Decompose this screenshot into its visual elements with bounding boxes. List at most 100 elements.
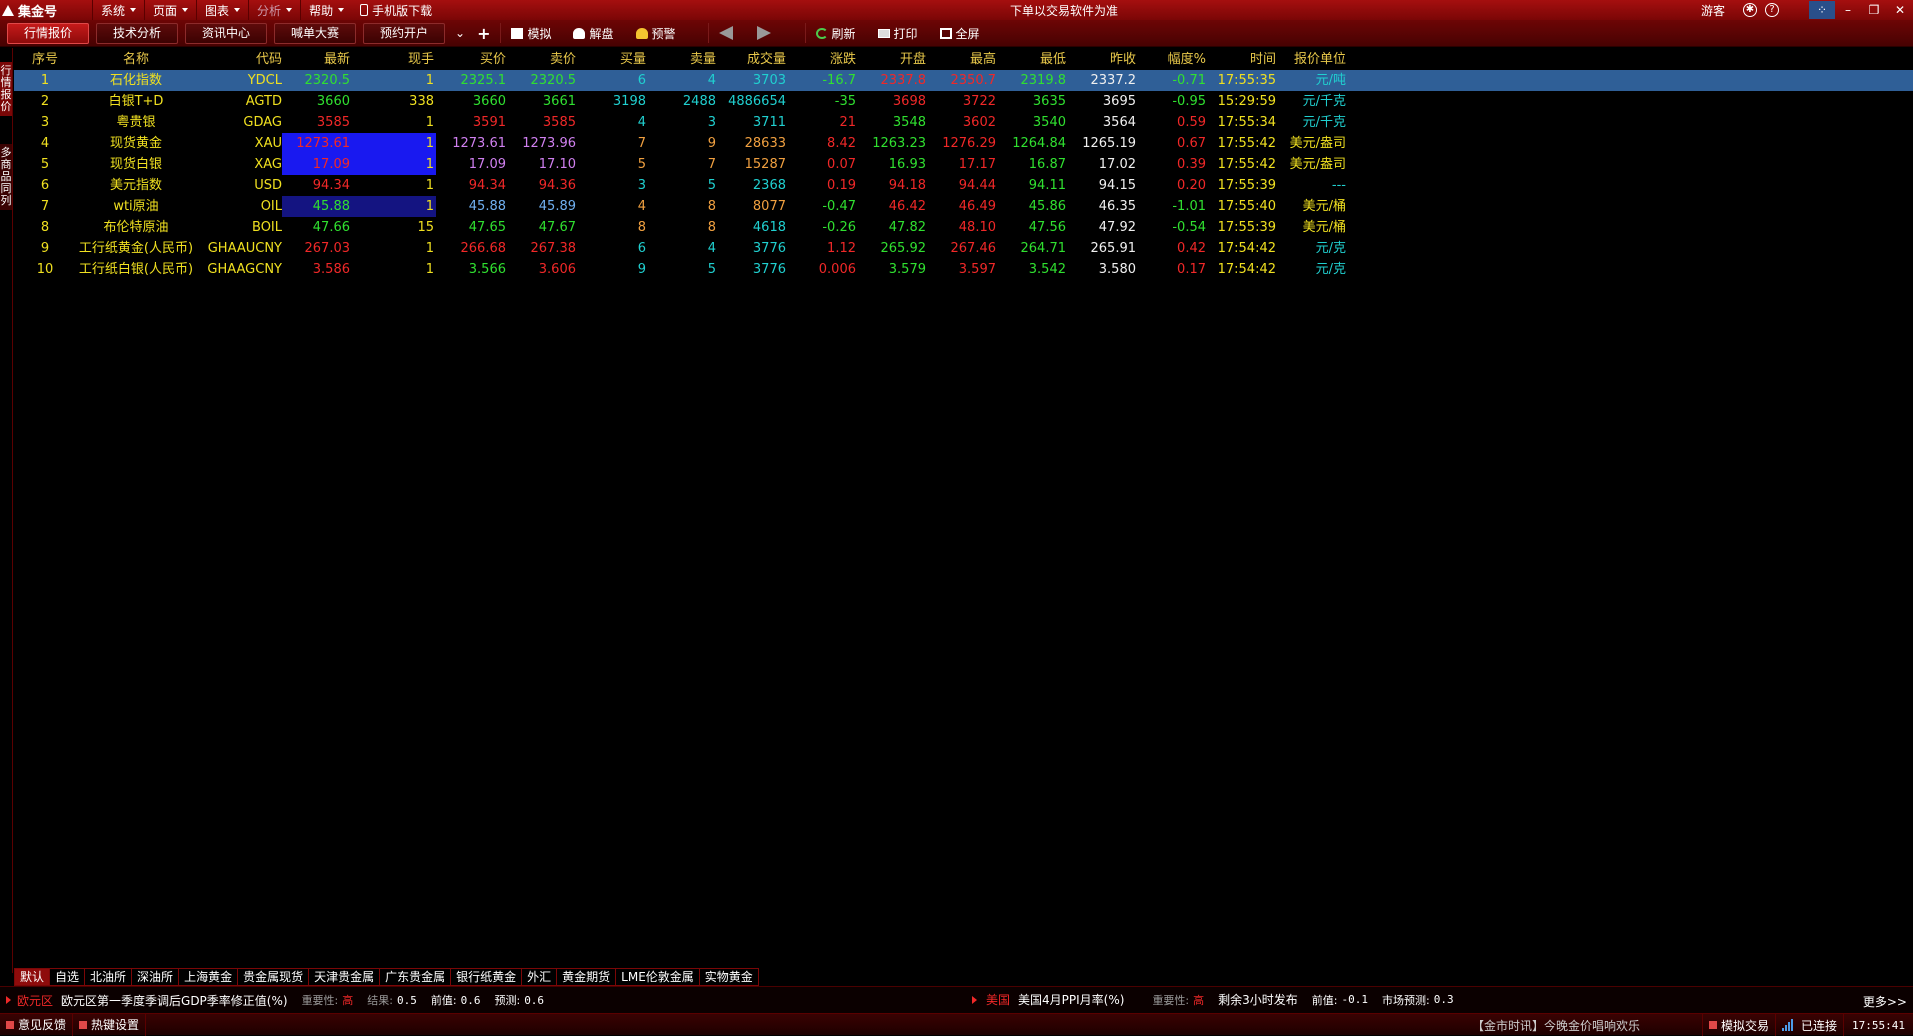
cell-time: 17:55:39: [1217, 178, 1276, 193]
col-header[interactable]: 昨收: [1066, 49, 1136, 70]
col-header[interactable]: 报价单位: [1276, 49, 1346, 70]
tab-gold-futures[interactable]: 黄金期货: [557, 968, 617, 986]
cell-name: 布伦特原油: [103, 220, 169, 235]
tab-beiyou[interactable]: 北油所: [85, 968, 133, 986]
add-tab-icon[interactable]: +: [477, 24, 490, 43]
tab-physical-gold[interactable]: 实物黄金: [699, 968, 759, 986]
refresh-button[interactable]: 刷新: [815, 25, 856, 42]
col-header[interactable]: 代码: [206, 49, 282, 70]
tab-shenyou[interactable]: 深油所: [132, 968, 180, 986]
table-row[interactable]: 8 布伦特原油 BOIL 47.66 15 47.65 47.67 8 8 46…: [14, 217, 1913, 238]
cell-change: -35: [834, 94, 856, 109]
more-news-link[interactable]: 更多>>: [1863, 993, 1907, 1010]
cell-change: 8.42: [827, 136, 856, 151]
tab-forex[interactable]: 外汇: [522, 968, 558, 986]
tab-guangdong[interactable]: 广东贵金属: [380, 968, 452, 986]
col-header[interactable]: 最新: [282, 49, 352, 70]
cell-unit: 元/吨: [1315, 73, 1346, 88]
fullscreen-button[interactable]: 全屏: [939, 25, 980, 42]
cell-bid: 2325.1: [460, 73, 507, 88]
cell-bid-qty: 3: [637, 178, 646, 193]
table-row[interactable]: 5 现货白银 XAG 17.09 1 17.09 17.10 5 7 15287…: [14, 154, 1913, 175]
cell-low: 47.56: [1028, 220, 1066, 235]
tab-tianjin[interactable]: 天津贵金属: [309, 968, 381, 986]
col-header[interactable]: 买量: [576, 49, 646, 70]
tab-open-account[interactable]: 预约开户: [363, 22, 445, 44]
col-header[interactable]: 名称: [66, 49, 206, 70]
restore-layout-icon[interactable]: ⁘: [1809, 1, 1835, 19]
more-tabs-icon[interactable]: ⌄: [455, 26, 465, 40]
toolbar-divider: [804, 23, 806, 43]
news-title[interactable]: 欧元区第一季度季调后GDP季率修正值(%): [61, 992, 288, 1009]
phone-download-link[interactable]: 手机版下载: [352, 2, 432, 19]
sim-trade-button[interactable]: 模拟交易: [1701, 1014, 1776, 1036]
cell-bid: 266.68: [460, 241, 507, 256]
col-header[interactable]: 涨跌: [786, 49, 856, 70]
col-header[interactable]: 最低: [996, 49, 1066, 70]
cell-ask: 45.89: [538, 199, 576, 214]
cell-last: 1273.61: [282, 133, 352, 154]
tab-news[interactable]: 资讯中心: [185, 22, 267, 44]
tab-shanghai-gold[interactable]: 上海黄金: [179, 968, 239, 986]
table-row[interactable]: 6 美元指数 USD 94.34 1 94.34 94.36 3 5 2368 …: [14, 175, 1913, 196]
tab-bank-paper-gold[interactable]: 银行纸黄金: [451, 968, 523, 986]
cell-low: 16.87: [1028, 157, 1066, 172]
table-row[interactable]: 7 wti原油 OIL 45.88 1 45.88 45.89 4 8 8077…: [14, 196, 1913, 217]
user-label[interactable]: 游客: [1701, 2, 1725, 19]
col-header[interactable]: 时间: [1206, 49, 1276, 70]
minimize-button[interactable]: –: [1835, 1, 1861, 19]
tab-technical[interactable]: 技术分析: [96, 22, 178, 44]
close-button[interactable]: ✕: [1887, 1, 1913, 19]
col-header[interactable]: 成交量: [716, 49, 786, 70]
help-icon[interactable]: ?: [1765, 3, 1779, 17]
tab-watchlist[interactable]: 自选: [50, 968, 86, 986]
print-button[interactable]: 打印: [877, 25, 918, 42]
cell-high: 267.46: [950, 241, 997, 256]
col-header[interactable]: 卖价: [506, 49, 576, 70]
cell-unit: 美元/桶: [1302, 220, 1346, 235]
simulate-button[interactable]: 模拟: [511, 25, 551, 42]
cell-vol: 1: [352, 196, 436, 217]
menu-help[interactable]: 帮助: [300, 0, 352, 20]
cell-pct: 0.39: [1177, 157, 1206, 172]
bell-icon: [635, 27, 648, 39]
trade-icon: [1708, 1021, 1717, 1029]
news-ticker[interactable]: 【金市时讯】今晚金价唱响欢乐: [1472, 1017, 1640, 1034]
hotkey-settings-button[interactable]: 热键设置: [73, 1013, 147, 1036]
side-tab-quotes[interactable]: 行情报价: [0, 62, 12, 116]
col-header[interactable]: 买价: [436, 49, 506, 70]
analyze-button[interactable]: 解盘: [573, 25, 614, 42]
cell-pct: -1.01: [1172, 199, 1206, 214]
alert-button[interactable]: 预警: [635, 25, 676, 42]
menu-system[interactable]: 系统: [92, 0, 144, 20]
cell-high: 46.49: [958, 199, 996, 214]
tab-contest[interactable]: 喊单大赛: [274, 22, 356, 44]
col-header[interactable]: 序号: [24, 49, 66, 70]
maximize-button[interactable]: ❐: [1861, 1, 1887, 19]
menu-page[interactable]: 页面: [144, 0, 196, 20]
feedback-button[interactable]: 意见反馈: [0, 1013, 74, 1036]
col-header[interactable]: 现手: [352, 49, 436, 70]
cell-code: GHAAGCNY: [207, 262, 282, 277]
tab-default[interactable]: 默认: [14, 968, 51, 986]
table-row[interactable]: 2 白银T+D AGTD 3660 338 3660 3661 3198 248…: [14, 91, 1913, 112]
cell-prev-close: 3695: [1102, 94, 1136, 109]
forward-arrow-icon[interactable]: [756, 26, 771, 40]
col-header[interactable]: 幅度%: [1136, 49, 1206, 70]
col-header[interactable]: 卖量: [646, 49, 716, 70]
table-row[interactable]: 1 石化指数 YDCL 2320.5 1 2325.1 2320.5 6 4 3…: [14, 70, 1913, 91]
side-tab-multi[interactable]: 多商品同列: [0, 144, 12, 210]
col-header[interactable]: 开盘: [856, 49, 926, 70]
back-arrow-icon[interactable]: [718, 26, 733, 40]
menu-analysis[interactable]: 分析: [248, 0, 300, 20]
table-row[interactable]: 4 现货黄金 XAU 1273.61 1 1273.61 1273.96 7 9…: [14, 133, 1913, 154]
table-row[interactable]: 3 粤贵银 GDAG 3585 1 3591 3585 4 3 3711 21 …: [14, 112, 1913, 133]
tab-precious-spot[interactable]: 贵金属现货: [238, 968, 310, 986]
menu-chart[interactable]: 图表: [196, 0, 248, 20]
gear-icon[interactable]: ✱: [1743, 3, 1757, 17]
table-row[interactable]: 10 工行纸白银(人民币) GHAAGCNY 3.586 1 3.566 3.6…: [14, 259, 1913, 280]
tab-lme[interactable]: LME伦敦金属: [616, 968, 700, 986]
col-header[interactable]: 最高: [926, 49, 996, 70]
tab-quotes[interactable]: 行情报价: [7, 22, 89, 44]
table-row[interactable]: 9 工行纸黄金(人民币) GHAAUCNY 267.03 1 266.68 26…: [14, 238, 1913, 259]
